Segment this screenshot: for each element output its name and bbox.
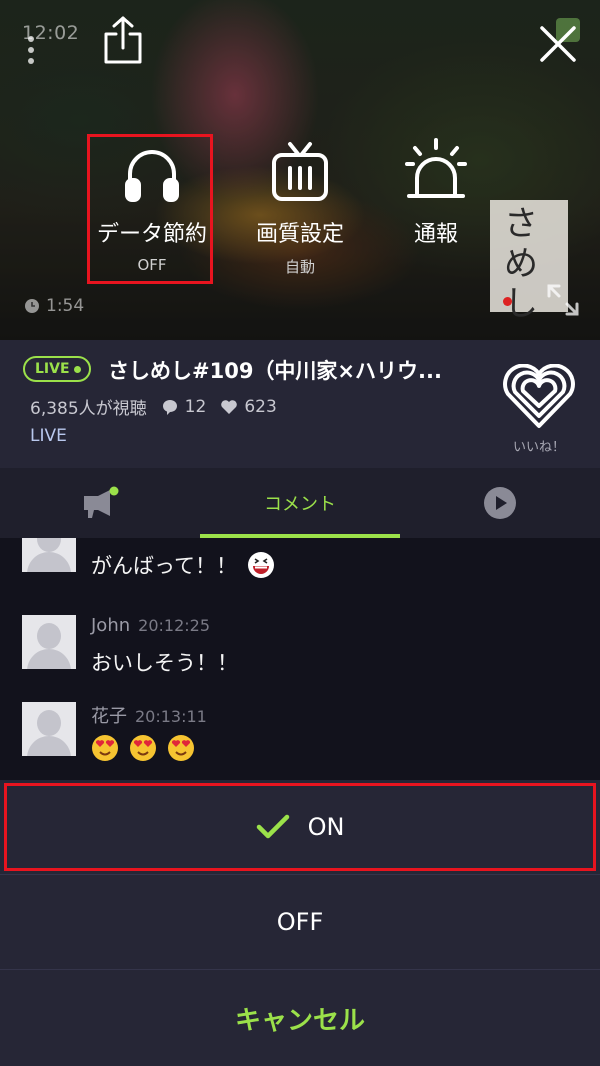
tab-video[interactable] bbox=[400, 468, 600, 538]
tab-broadcast[interactable] bbox=[0, 468, 200, 538]
more-options-icon[interactable] bbox=[28, 36, 36, 66]
data-saving-sheet: ON OFF キャンセル bbox=[0, 780, 600, 1066]
quality-settings-control[interactable]: 画質設定 自動 bbox=[235, 134, 365, 277]
comment-list[interactable]: がんばって！！ John 20:12:25 おいしそう！！ 花子 20:13:11 bbox=[0, 538, 600, 780]
like-heart-icon bbox=[503, 363, 575, 428]
comment-icon bbox=[162, 399, 177, 415]
report-control[interactable]: 通報 bbox=[386, 134, 486, 248]
expand-icon[interactable] bbox=[545, 282, 581, 318]
video-player[interactable]: 12:02 データ節約 OFF 画質設定 自動 通報 さめし 1:54 bbox=[0, 0, 600, 340]
comment-author: John bbox=[91, 615, 131, 636]
highlight-box bbox=[87, 134, 213, 284]
comment-author: 花子 bbox=[91, 706, 127, 727]
live-status: LIVE bbox=[30, 426, 67, 446]
tv-icon bbox=[235, 134, 365, 204]
like-button[interactable]: いいね！ bbox=[500, 363, 578, 456]
quality-settings-label: 画質設定 bbox=[255, 222, 344, 247]
play-icon bbox=[484, 487, 516, 519]
duration: 1:54 bbox=[24, 296, 84, 316]
report-label: 通報 bbox=[413, 222, 458, 247]
duration-text: 1:54 bbox=[46, 296, 85, 316]
comment-time: 20:13:11 bbox=[135, 707, 207, 726]
heart-icon bbox=[221, 399, 238, 414]
live-badge-text: LIVE bbox=[35, 361, 70, 377]
heart-eyes-emoji-icon bbox=[168, 735, 194, 761]
grin-emoji-icon bbox=[247, 552, 274, 578]
comment-text: おいしそう！！ bbox=[91, 651, 238, 675]
comment-count: 12 bbox=[184, 396, 207, 417]
tab-bar: コメント bbox=[0, 468, 600, 538]
broadcast-title: さしめし#109（中川家×ハリウ... bbox=[108, 359, 442, 383]
megaphone-icon bbox=[84, 486, 119, 518]
option-off[interactable]: OFF bbox=[0, 875, 600, 969]
avatar bbox=[22, 615, 76, 669]
cancel-button[interactable]: キャンセル bbox=[0, 970, 600, 1066]
heart-eyes-emoji-icon bbox=[92, 735, 118, 761]
live-badge: LIVE bbox=[23, 356, 91, 382]
heart-eyes-emoji-icon bbox=[130, 735, 156, 761]
alarm-icon bbox=[386, 134, 486, 204]
viewer-count: 6,385人が視聴 bbox=[30, 399, 147, 419]
comment-text: がんばって！！ bbox=[91, 554, 237, 578]
close-icon[interactable] bbox=[538, 24, 578, 64]
live-dot-icon bbox=[73, 365, 81, 373]
highlight-box bbox=[4, 783, 596, 871]
quality-settings-value: 自動 bbox=[284, 258, 315, 276]
broadcast-stats: 6,385人が視聴 12 623 bbox=[30, 394, 277, 420]
share-icon[interactable] bbox=[100, 14, 146, 66]
clock-icon bbox=[25, 299, 39, 313]
broadcast-info: LIVE さしめし#109（中川家×ハリウ... 6,385人が視聴 12 62… bbox=[0, 340, 600, 468]
like-count: 623 bbox=[244, 396, 277, 417]
thumbnail-text: さめし bbox=[504, 204, 538, 324]
avatar bbox=[22, 538, 76, 572]
comment-time: 20:12:25 bbox=[138, 616, 210, 635]
tab-comment[interactable]: コメント bbox=[200, 468, 400, 538]
avatar bbox=[22, 702, 76, 756]
like-label: いいね！ bbox=[512, 440, 565, 455]
